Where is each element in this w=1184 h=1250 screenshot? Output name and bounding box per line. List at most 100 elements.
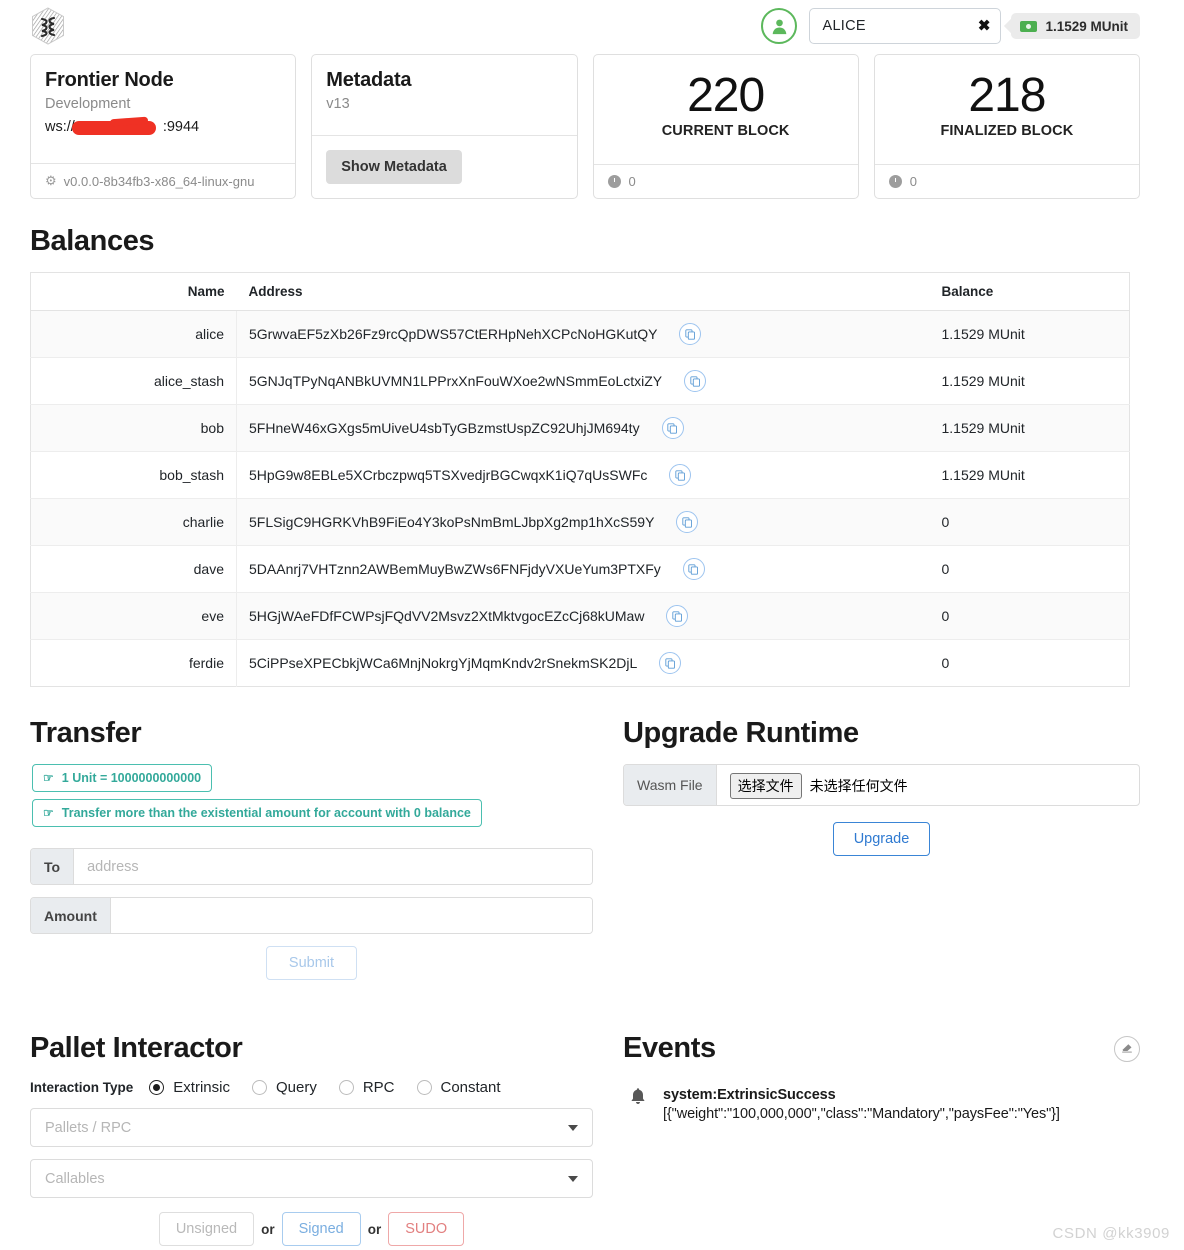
col-header-balance: Balance xyxy=(929,272,1130,311)
account-selector[interactable]: ✖ xyxy=(809,8,1002,44)
wasm-file-label: Wasm File xyxy=(624,765,717,805)
interaction-type-option-rpc[interactable]: RPC xyxy=(338,1079,395,1096)
address-text: 5HpG9w8EBLe5XCrbczpwq5TSXvedjrBGCwqxK1iQ… xyxy=(249,467,648,483)
show-metadata-button[interactable]: Show Metadata xyxy=(326,150,462,184)
or-label-1: or xyxy=(261,1221,275,1237)
metadata-version: v13 xyxy=(326,96,350,112)
eraser-icon[interactable] xyxy=(1114,1035,1140,1062)
node-endpoint-port: :9944 xyxy=(162,119,200,135)
event-body: [{"weight":"100,000,000","class":"Mandat… xyxy=(663,1106,1060,1122)
upgrade-panel: Upgrade Runtime Wasm File 选择文件 未选择任何文件 U… xyxy=(623,717,1140,980)
cell-balance: 0 xyxy=(929,498,1130,546)
radio-button-icon[interactable] xyxy=(251,1080,267,1095)
interaction-type-options: Extrinsic Query RPC Constant xyxy=(149,1079,522,1096)
address-text: 5GrwvaEF5zXb26Fz9rcQpDWS57CtERHpNehXCPcN… xyxy=(249,326,658,342)
table-row: bob 5FHneW46xGXgs5mUiveU4sbTyGBzmstUspZC9… xyxy=(30,404,1130,452)
transfer-to-label: To xyxy=(31,849,75,884)
status-cards-row: Frontier Node Development ws://:9944 ⚙ v… xyxy=(0,54,1184,199)
transfer-panel: Transfer ☞ 1 Unit = 1000000000000 ☞ Tran… xyxy=(30,717,593,980)
radio-button-icon[interactable] xyxy=(149,1080,165,1095)
hint-unit-text: 1 Unit = 1000000000000 xyxy=(61,771,202,785)
node-endpoint-prefix: ws:// xyxy=(45,119,75,135)
transfer-amount-group: Amount xyxy=(30,897,593,934)
current-block-value: 220 xyxy=(687,69,765,122)
table-row: bob_stash 5HpG9w8EBLe5XCrbczpwq5TSXvedjrB… xyxy=(30,451,1130,499)
address-text: 5DAAnrj7VHTznn2AWBemMuyBwZWs6FNFjdyVXUeY… xyxy=(249,561,661,577)
cell-name: bob_stash xyxy=(30,451,237,499)
metadata-title: Metadata xyxy=(326,69,412,91)
callables-placeholder: Callables xyxy=(45,1170,105,1187)
interaction-type-option-extrinsic[interactable]: Extrinsic xyxy=(149,1079,230,1096)
cell-name: charlie xyxy=(30,498,237,546)
address-text: 5CiPPseXPECbkjWCa6MnjNokrgYjMqmKndv2rSne… xyxy=(249,655,638,671)
clock-icon xyxy=(607,175,621,188)
radio-button-icon[interactable] xyxy=(416,1080,432,1095)
events-heading: Events xyxy=(623,1032,716,1064)
callables-select[interactable]: Callables xyxy=(30,1159,593,1198)
gear-icon: ⚙ xyxy=(45,173,57,188)
balances-table: Name Address Balance alice 5GrwvaEF5zXb26… xyxy=(30,272,1130,687)
avatar[interactable] xyxy=(761,8,798,44)
finalized-block-value: 218 xyxy=(968,69,1046,122)
current-block-label: CURRENT BLOCK xyxy=(661,123,790,140)
col-header-address: Address xyxy=(236,272,930,311)
radio-button-icon[interactable] xyxy=(338,1080,354,1095)
address-text: 5FHneW46xGXgs5mUiveU4sbTyGBzmstUspZC92Uh… xyxy=(249,420,640,436)
transfer-submit-button[interactable]: Submit xyxy=(265,946,358,980)
unsigned-button[interactable]: Unsigned xyxy=(158,1212,255,1246)
radio-label: RPC xyxy=(362,1079,395,1096)
address-text: 5FLSigC9HGRKVhB9FiEo4Y3koPsNmBmLJbpXg2mp… xyxy=(249,514,655,530)
cell-address: 5GNJqTPyNqANBkUVMN1LPPrxXnFouWXoe2wNSmmE… xyxy=(236,357,930,405)
redaction-mark xyxy=(72,121,156,135)
wasm-file-picker[interactable]: 选择文件 未选择任何文件 xyxy=(717,765,921,805)
address-text: 5HGjWAeFDfFCWPsjFQdVV2Msvz2XtMktvgocEZcC… xyxy=(249,608,645,624)
transfer-amount-input[interactable] xyxy=(110,898,592,933)
balances-thead: Name Address Balance xyxy=(30,272,1130,311)
list-item: system:ExtrinsicSuccess [{"weight":"100,0… xyxy=(623,1087,1140,1122)
cell-balance: 0 xyxy=(941,655,950,671)
signed-button[interactable]: Signed xyxy=(281,1212,361,1246)
current-block-body: 220 CURRENT BLOCK xyxy=(594,55,858,164)
money-icon xyxy=(1020,20,1038,32)
finalized-block-time: 0 xyxy=(909,174,917,189)
clock-icon xyxy=(888,175,902,188)
clear-account-icon[interactable]: ✖ xyxy=(978,19,991,34)
metadata-card-body: Metadata v13 xyxy=(312,55,576,135)
address-text: 5GNJqTPyNqANBkUVMN1LPPrxXnFouWXoe2wNSmmE… xyxy=(249,373,663,389)
table-row: ferdie 5CiPPseXPECbkjWCa6MnjNokrgYjMqmKnd… xyxy=(30,639,1130,687)
chevron-down-icon xyxy=(568,1124,578,1131)
finalized-block-label: FINALIZED BLOCK xyxy=(940,123,1074,140)
transfer-upgrade-row: Transfer ☞ 1 Unit = 1000000000000 ☞ Tran… xyxy=(0,717,1184,980)
sudo-button[interactable]: SUDO xyxy=(388,1212,465,1246)
copy-icon[interactable] xyxy=(676,511,699,533)
cell-name: bob xyxy=(30,404,237,452)
cell-name: dave xyxy=(30,545,237,593)
copy-icon[interactable] xyxy=(659,652,682,674)
copy-icon[interactable] xyxy=(684,370,707,392)
node-version: v0.0.0-8b34fb3-x86_64-linux-gnu xyxy=(63,173,255,189)
col-header-name: Name xyxy=(30,272,237,311)
pallets-rpc-select[interactable]: Pallets / RPC xyxy=(30,1108,593,1147)
pallet-interactor-heading: Pallet Interactor xyxy=(30,1032,243,1064)
transfer-to-input[interactable] xyxy=(74,849,592,884)
copy-icon[interactable] xyxy=(669,464,692,486)
choose-file-button[interactable]: 选择文件 xyxy=(729,773,802,799)
balances-heading-wrap: Balances xyxy=(0,199,1184,272)
pallet-events-row: Pallet Interactor Interaction Type Extri… xyxy=(0,1032,1184,1246)
copy-icon[interactable] xyxy=(666,605,689,627)
copy-icon[interactable] xyxy=(679,323,702,345)
cell-address: 5FHneW46xGXgs5mUiveU4sbTyGBzmstUspZC92Uh… xyxy=(236,404,930,452)
cell-balance: 1.1529 MUnit xyxy=(929,310,1130,358)
upgrade-button[interactable]: Upgrade xyxy=(832,822,931,856)
balances-tbody: alice 5GrwvaEF5zXb26Fz9rcQpDWS57CtERHpNeh… xyxy=(30,310,1130,687)
interaction-type-option-constant[interactable]: Constant xyxy=(416,1079,501,1096)
finalized-block-footer: 0 xyxy=(874,164,1139,198)
transfer-to-group: To xyxy=(30,848,593,885)
copy-icon[interactable] xyxy=(661,417,684,439)
account-input[interactable] xyxy=(820,17,961,35)
copy-icon[interactable] xyxy=(682,558,705,580)
cell-name: eve xyxy=(30,592,237,640)
balances-header-row: Name Address Balance xyxy=(30,272,1130,311)
header-balance-value: 1.1529 MUnit xyxy=(1045,18,1128,34)
interaction-type-option-query[interactable]: Query xyxy=(251,1079,317,1096)
